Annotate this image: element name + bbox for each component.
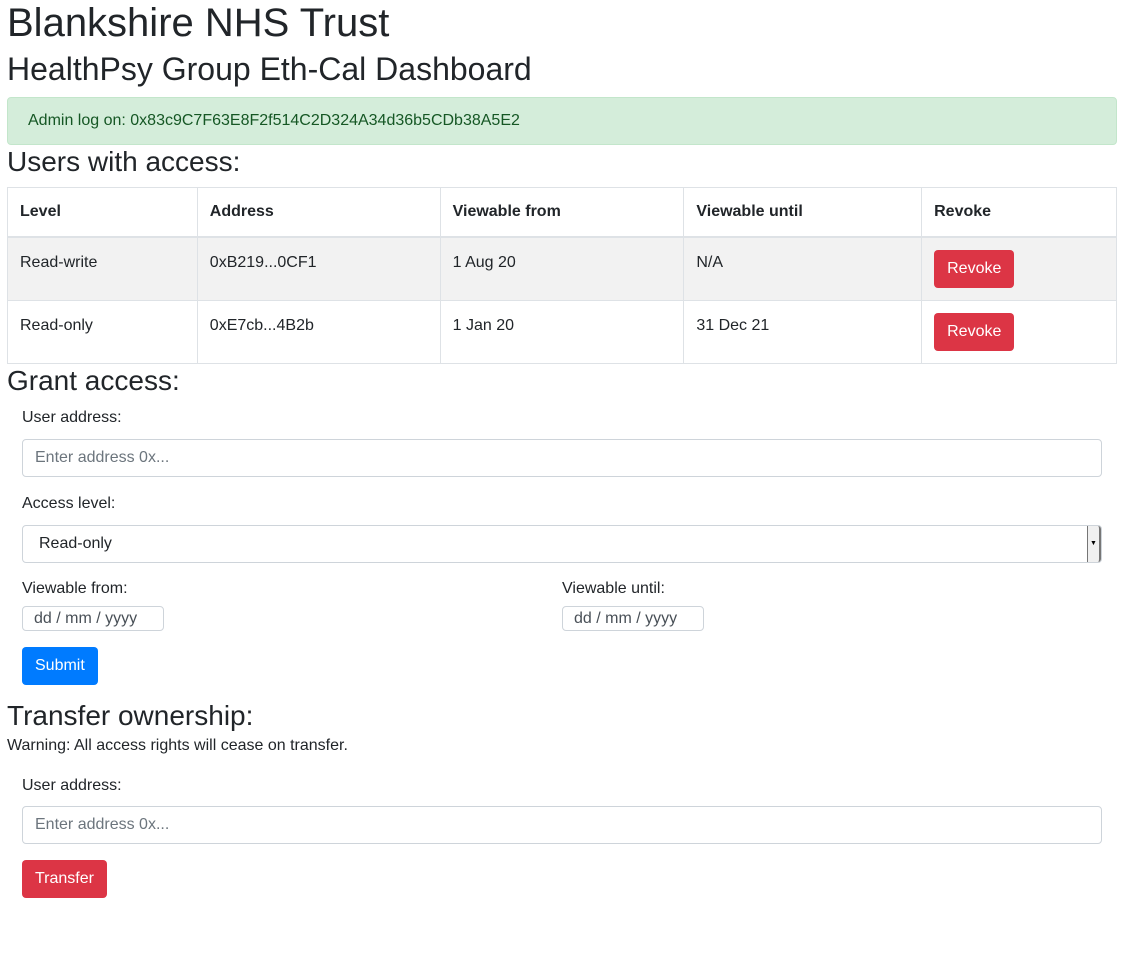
cell-viewable-from: 1 Jan 20 [439, 299, 685, 364]
transfer-user-address-input[interactable] [22, 805, 1102, 844]
grant-access-form: User address: Access level: Read-only ▼ … [7, 406, 1117, 685]
viewable-until-label: Viewable until: [562, 579, 665, 597]
cell-revoke: Revoke [921, 236, 1117, 301]
revoke-button[interactable]: Revoke [934, 312, 1015, 351]
column-header-viewable-from: Viewable from [439, 187, 685, 238]
org-title: Blankshire NHS Trust [7, 1, 390, 45]
date-range-row: Viewable from: dd / mm / yyyy Viewable u… [22, 577, 1102, 631]
submit-button[interactable]: Submit [22, 646, 98, 685]
dashboard-title: HealthPsy Group Eth-Cal Dashboard [7, 51, 532, 87]
viewable-until-group: Viewable until: dd / mm / yyyy [562, 577, 1102, 631]
cell-level: Read-write [7, 236, 198, 301]
revoke-button[interactable]: Revoke [934, 250, 1015, 288]
viewable-from-date-input[interactable]: dd / mm / yyyy [22, 605, 164, 631]
access-level-label: Access level: [22, 494, 116, 512]
viewable-from-group: Viewable from: dd / mm / yyyy [22, 577, 562, 631]
transfer-warning-text: Warning: All access rights will cease on… [7, 736, 348, 754]
transfer-button[interactable]: Transfer [22, 859, 107, 898]
grant-user-address-input[interactable] [22, 438, 1102, 477]
grant-user-address-label: User address: [22, 408, 122, 426]
admin-logon-text: Admin log on: 0x83c9C7F63E8F2f514C2D324A… [28, 112, 520, 129]
cell-viewable-until: 31 Dec 21 [683, 299, 923, 364]
cell-viewable-until: N/A [683, 236, 923, 301]
page-container: Blankshire NHS Trust HealthPsy Group Eth… [0, 0, 1124, 898]
transfer-ownership-heading: Transfer ownership: [7, 699, 254, 731]
cell-revoke: Revoke [921, 299, 1117, 364]
transfer-form: User address: Transfer [7, 774, 1117, 898]
table-row: Read-write 0xB219...0CF1 1 Aug 20 N/A Re… [7, 236, 1117, 301]
admin-logon-alert: Admin log on: 0x83c9C7F63E8F2f514C2D324A… [7, 97, 1117, 145]
users-with-access-heading: Users with access: [7, 146, 241, 177]
column-header-level: Level [7, 187, 198, 238]
viewable-until-date-input[interactable]: dd / mm / yyyy [562, 605, 704, 631]
column-header-address: Address [196, 187, 441, 238]
cell-viewable-from: 1 Aug 20 [439, 236, 685, 301]
cell-address: 0xB219...0CF1 [196, 236, 441, 301]
access-level-selected-value: Read-only [39, 534, 112, 552]
cell-level: Read-only [7, 299, 198, 364]
access-table: Level Address Viewable from Viewable unt… [7, 187, 1117, 364]
column-header-revoke: Revoke [921, 187, 1117, 238]
column-header-viewable-until: Viewable until [683, 187, 923, 238]
viewable-from-label: Viewable from: [22, 579, 128, 597]
table-header-row: Level Address Viewable from Viewable unt… [7, 187, 1117, 238]
grant-access-heading: Grant access: [7, 364, 180, 396]
dropdown-arrow-icon[interactable]: ▼ [1087, 525, 1101, 562]
table-row: Read-only 0xE7cb...4B2b 1 Jan 20 31 Dec … [7, 299, 1117, 364]
cell-address: 0xE7cb...4B2b [196, 299, 441, 364]
access-level-select[interactable]: Read-only ▼ [22, 524, 1102, 563]
transfer-user-address-label: User address: [22, 776, 122, 794]
